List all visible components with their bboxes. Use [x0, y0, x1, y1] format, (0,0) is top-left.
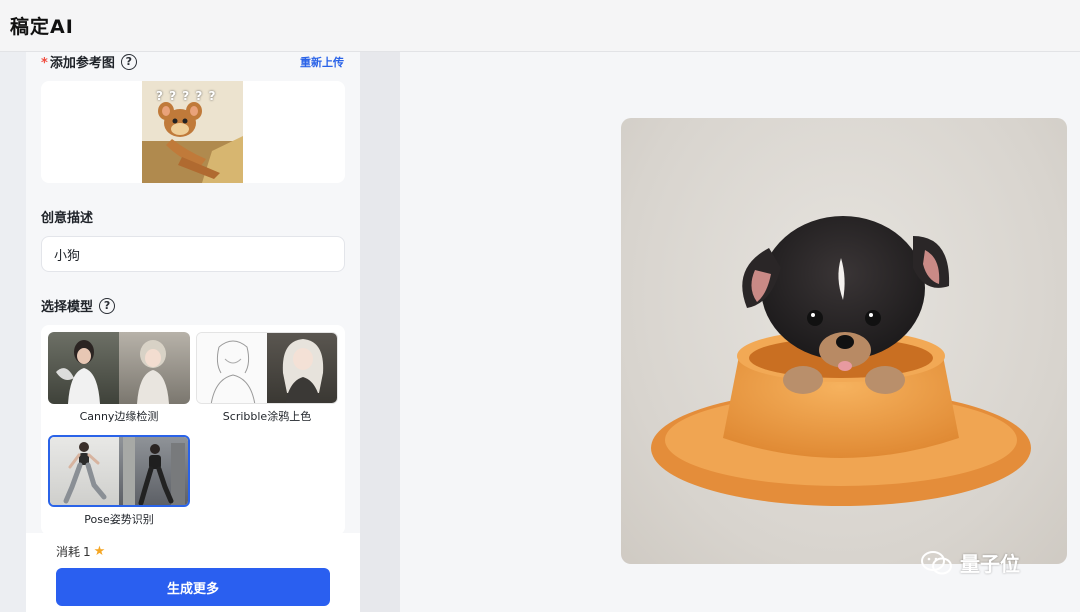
settings-panel: * 添加参考图 ? 重新上传 ? ? ? ? ? 创意描述 小狗 选择模型 ? … — [26, 52, 360, 612]
top-bar: 稿定AI — [0, 0, 1080, 52]
reference-label: 添加参考图 — [49, 56, 115, 71]
description-input[interactable] — [41, 236, 345, 272]
reference-image-box[interactable]: ? ? ? ? ? — [41, 81, 345, 183]
model-label: 选择模型 — [41, 300, 94, 315]
cost-label: 消耗 — [56, 545, 81, 559]
wechat-icon — [921, 550, 952, 574]
model-option-label: Scribble涂鸦上色 — [222, 410, 312, 423]
generate-more-button[interactable]: 生成更多 — [56, 568, 330, 606]
help-icon[interactable]: ? — [99, 297, 116, 314]
puppy-in-bowl-image — [651, 216, 1031, 506]
model-option-label: Canny边缘检测 — [79, 410, 159, 423]
star-icon: ★ — [93, 544, 106, 559]
model-list: Canny边缘检测 Scribble涂鸦上色 Pose姿势识别 — [41, 325, 345, 535]
help-icon[interactable]: ? — [120, 53, 137, 70]
model-thumbnail — [48, 435, 190, 507]
model-thumbnail — [196, 332, 338, 404]
reference-image-text: ? ? ? ? ? — [156, 89, 217, 103]
result-image[interactable] — [621, 118, 1067, 564]
model-option-canny[interactable]: Canny边缘检测 — [48, 332, 190, 424]
reference-image: ? ? ? ? ? — [142, 81, 243, 183]
model-section-label: 选择模型 ? — [41, 296, 116, 315]
cost-value: 1 — [83, 544, 91, 559]
watermark-text: 量子位 — [960, 552, 1020, 576]
footer-area: 消耗 1 ★ 生成更多 — [26, 533, 360, 612]
description-label: 创意描述 — [41, 207, 93, 226]
model-thumbnail — [48, 332, 190, 404]
reupload-link[interactable]: 重新上传 — [300, 54, 344, 70]
model-option-label: Pose姿势识别 — [84, 513, 154, 526]
app-title: 稿定AI — [10, 16, 74, 38]
watermark: 量子位 — [920, 548, 1020, 577]
cost-indicator: 消耗 1 ★ — [56, 543, 105, 560]
panel-divider — [360, 52, 400, 612]
model-option-pose[interactable]: Pose姿势识别 — [48, 435, 190, 527]
left-gutter — [0, 52, 26, 612]
model-option-scribble[interactable]: Scribble涂鸦上色 — [196, 332, 338, 424]
description-label-text: 创意描述 — [41, 211, 94, 226]
result-canvas: 量子位 — [400, 52, 1080, 612]
reference-section-label: * 添加参考图 ? — [41, 52, 137, 71]
required-mark: * — [41, 56, 48, 71]
